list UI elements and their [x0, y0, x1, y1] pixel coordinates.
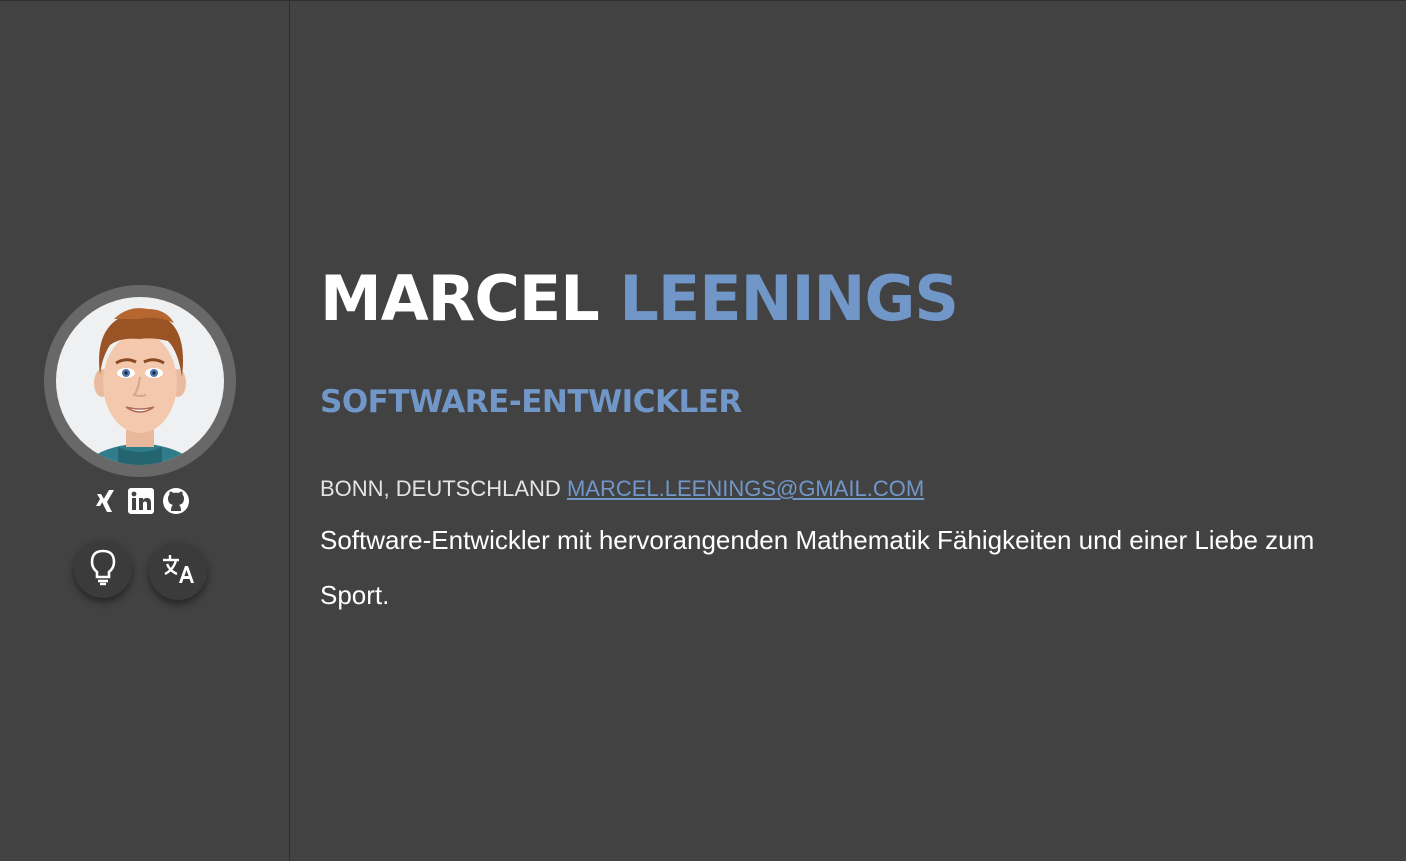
about-description: Software-Entwickler mit hervorangenden M… [320, 525, 1315, 610]
avatar [56, 297, 224, 465]
github-icon[interactable] [161, 486, 191, 516]
avatar-illustration [86, 308, 194, 465]
avatar-frame [44, 285, 236, 477]
language-toggle-button[interactable] [149, 542, 207, 600]
page-title: MARCEL LEENINGS [320, 259, 959, 339]
page: MARCEL LEENINGS SOFTWARE-ENTWICKLER BONN… [0, 0, 1406, 861]
last-name: LEENINGS [619, 262, 959, 335]
first-name: MARCEL [320, 262, 600, 335]
location: BONN, DEUTSCHLAND [320, 476, 561, 501]
job-title: SOFTWARE-ENTWICKLER [320, 384, 742, 420]
xing-icon[interactable] [91, 486, 121, 516]
social-links [89, 485, 193, 517]
sidebar [0, 1, 290, 861]
theme-toggle-button[interactable] [74, 540, 132, 598]
lightbulb-icon [87, 548, 119, 590]
linkedin-icon[interactable] [126, 486, 156, 516]
contact-line: BONN, DEUTSCHLAND MARCEL.LEENINGS@GMAIL.… [320, 474, 924, 504]
email-link[interactable]: MARCEL.LEENINGS@GMAIL.COM [567, 476, 924, 501]
translate-icon [161, 552, 195, 590]
